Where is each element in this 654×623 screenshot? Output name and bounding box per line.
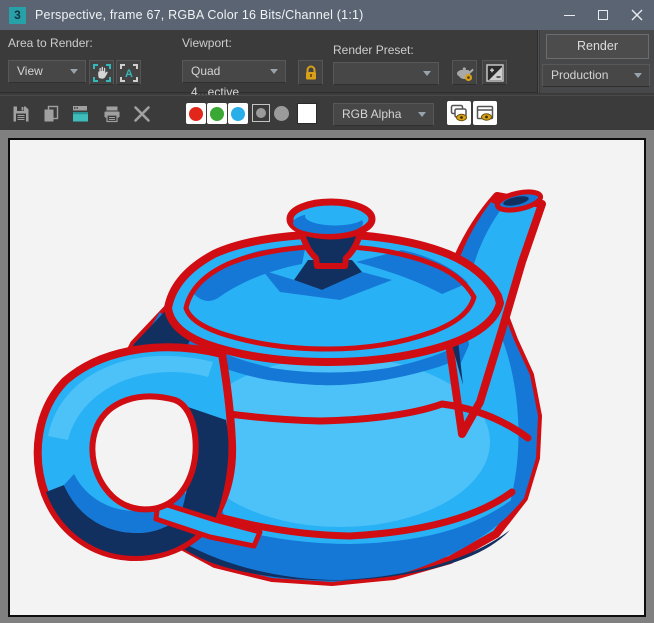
rendered-teapot-image (10, 140, 644, 615)
pan-region-icon (92, 63, 112, 83)
monochrome-icon (256, 108, 266, 118)
channel-display-value: RGB Alpha (342, 107, 401, 121)
close-icon (631, 9, 643, 21)
render-canvas[interactable] (8, 138, 646, 617)
pan-region-button[interactable] (89, 60, 114, 85)
toolbar-divider (537, 30, 539, 93)
chevron-down-icon (634, 73, 642, 78)
area-to-render-dropdown[interactable]: View (8, 60, 86, 83)
clone-window-button[interactable] (70, 103, 92, 125)
render-button[interactable]: Render (546, 34, 649, 59)
alpha-channel-button[interactable] (274, 106, 289, 121)
viewport-value: Quad 4...ective (191, 64, 239, 99)
copy-icon (41, 104, 61, 124)
monochrome-button[interactable] (252, 104, 270, 122)
toggle-overlays-button[interactable] (447, 101, 471, 125)
background-color-swatch[interactable] (297, 103, 317, 124)
lock-icon (302, 64, 320, 82)
canvas-frame (0, 130, 654, 623)
maximize-button[interactable] (586, 0, 620, 30)
render-preset-dropdown[interactable] (333, 62, 439, 85)
viewport-label: Viewport: (182, 36, 232, 50)
toggle-ui-button[interactable] (473, 101, 497, 125)
teapot-handle (38, 347, 260, 557)
teapot-lid (168, 202, 500, 362)
chevron-down-icon (270, 69, 278, 74)
rendered-frame-window: 3 Perspective, frame 67, RGBA Color 16 B… (0, 0, 654, 623)
area-to-render-label: Area to Render: (8, 36, 93, 50)
maximize-icon (598, 10, 608, 20)
render-setup-button[interactable] (452, 60, 477, 85)
save-icon (11, 104, 31, 124)
blue-channel-button[interactable] (228, 103, 248, 124)
copy-image-button[interactable] (40, 103, 62, 125)
toolbar-row-1: Area to Render: View A Viewport: Quad 4.… (0, 30, 654, 93)
area-to-render-value: View (17, 64, 43, 78)
blue-channel-icon (231, 107, 245, 121)
save-image-button[interactable] (10, 103, 32, 125)
environment-exposure-button[interactable] (482, 60, 507, 85)
lock-viewport-button[interactable] (298, 60, 323, 85)
red-channel-button[interactable] (186, 103, 206, 124)
svg-text:A: A (125, 68, 133, 80)
print-image-button[interactable] (101, 103, 123, 125)
toggle-overlays-icon (449, 103, 469, 123)
green-channel-icon (210, 107, 224, 121)
window-title: Perspective, frame 67, RGBA Color 16 Bit… (35, 8, 364, 22)
render-panel: Render Production (540, 30, 654, 93)
clone-window-icon (70, 103, 92, 125)
toggle-ui-icon (475, 103, 495, 123)
channel-display-dropdown[interactable]: RGB Alpha (333, 103, 434, 126)
titlebar: 3 Perspective, frame 67, RGBA Color 16 B… (0, 0, 654, 30)
render-setup-teapot-icon (454, 62, 476, 84)
chevron-down-icon (70, 69, 78, 74)
app-icon: 3 (9, 7, 26, 24)
clear-image-button[interactable] (131, 103, 153, 125)
auto-region-button[interactable]: A (116, 60, 141, 85)
render-mode-value: Production (551, 68, 608, 82)
exposure-icon (486, 64, 504, 82)
viewport-dropdown[interactable]: Quad 4...ective (182, 60, 286, 83)
minimize-button[interactable] (552, 0, 586, 30)
close-x-icon (132, 104, 152, 124)
window-controls (552, 0, 654, 30)
close-button[interactable] (620, 0, 654, 30)
print-icon (102, 104, 122, 124)
minimize-icon (564, 15, 575, 16)
chevron-down-icon (418, 112, 426, 117)
toolbar-row-2: RGB Alpha (0, 95, 654, 130)
render-mode-dropdown[interactable]: Production (542, 64, 650, 87)
red-channel-icon (189, 107, 203, 121)
green-channel-button[interactable] (207, 103, 227, 124)
chevron-down-icon (423, 71, 431, 76)
auto-region-icon: A (119, 63, 139, 83)
render-preset-label: Render Preset: (333, 43, 414, 57)
